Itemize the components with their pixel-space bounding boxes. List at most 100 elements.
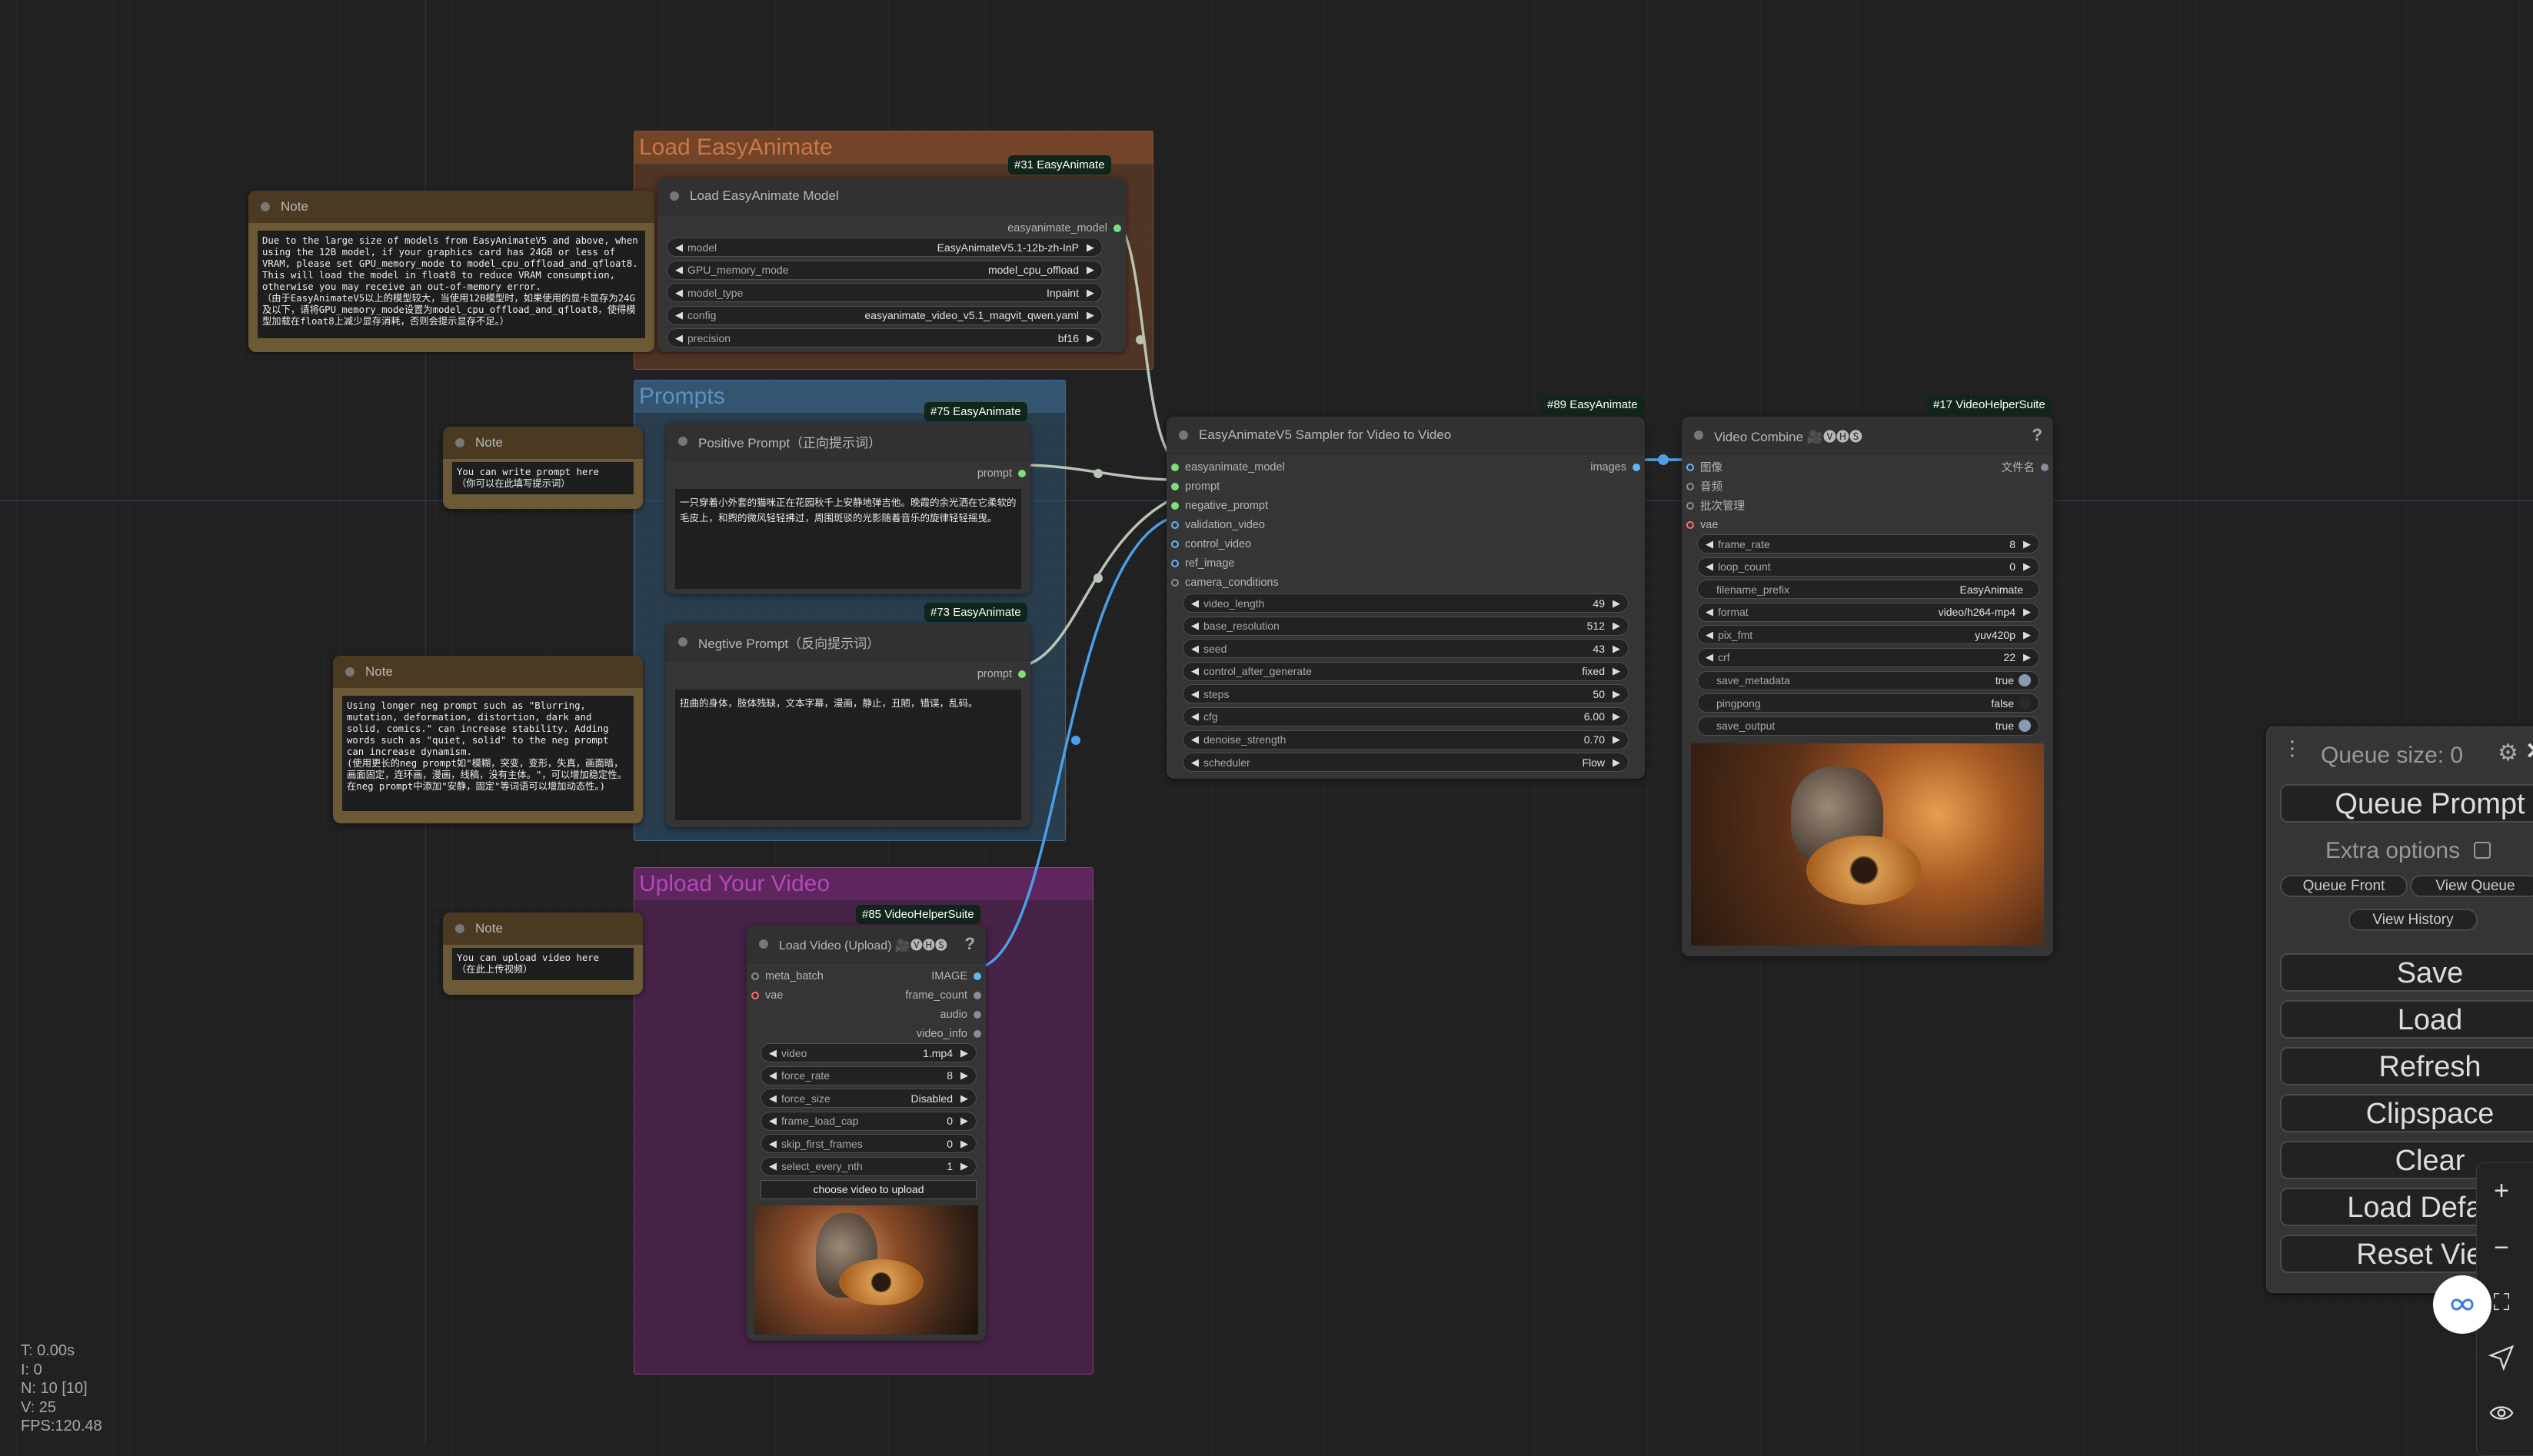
slot-pin[interactable] [1686, 482, 1694, 490]
input-slot[interactable]: 图像 [1682, 457, 1723, 477]
extra-options-checkbox[interactable] [2474, 842, 2491, 859]
increment-arrow-icon[interactable]: ▶ [1613, 643, 1620, 655]
output-slot[interactable]: easyanimate_model [1007, 218, 1126, 238]
decrement-arrow-icon[interactable]: ◀ [769, 1138, 777, 1150]
output-slot[interactable] [1640, 534, 1645, 553]
increment-arrow-icon[interactable]: ▶ [960, 1115, 968, 1127]
widget-scheduler[interactable]: ◀ scheduler Flow ▶ [1183, 753, 1629, 773]
slot-pin[interactable] [1633, 463, 1640, 471]
view-history-button[interactable]: View History [2348, 909, 2478, 931]
collapse-dot[interactable] [1694, 430, 1703, 440]
increment-arrow-icon[interactable]: ▶ [1087, 332, 1094, 344]
input-slot[interactable]: 批次管理 [1682, 496, 1745, 515]
sampler-node[interactable]: EasyAnimateV5 Sampler for Video to Video… [1167, 417, 1645, 779]
help-icon[interactable]: ? [965, 934, 975, 954]
output-slot[interactable]: video_info [917, 1024, 986, 1043]
settings-gear-icon[interactable]: ⚙ [2498, 740, 2518, 766]
load-video-node[interactable]: Load Video (Upload) 🎥🅥🅗🅢? meta_batch IMAG… [747, 926, 986, 1341]
increment-arrow-icon[interactable]: ▶ [1613, 756, 1620, 769]
increment-arrow-icon[interactable]: ▶ [960, 1092, 968, 1105]
decrement-arrow-icon[interactable]: ◀ [675, 309, 683, 321]
note-node[interactable]: Note Due to the large size of models fro… [248, 191, 654, 352]
input-slot[interactable] [657, 218, 662, 238]
widget-save-metadata[interactable]: save_metadata true [1697, 670, 2039, 690]
decrement-arrow-icon[interactable]: ◀ [1191, 597, 1199, 610]
increment-arrow-icon[interactable]: ▶ [960, 1160, 968, 1172]
decrement-arrow-icon[interactable]: ◀ [1191, 710, 1199, 723]
input-slot[interactable]: meta_batch [747, 966, 824, 986]
decrement-arrow-icon[interactable]: ◀ [1706, 651, 1713, 663]
positive-prompt-node[interactable]: Positive Prompt（正向提示词） prompt 一只穿着小外套的猫咪… [666, 423, 1030, 594]
slot-pin[interactable] [1171, 540, 1179, 548]
output-slot[interactable]: frame_count [905, 986, 986, 1005]
widget-precision[interactable]: ◀ precision bf16 ▶ [667, 328, 1103, 348]
increment-arrow-icon[interactable]: ▶ [2023, 538, 2031, 550]
widget-steps[interactable]: ◀ steps 50 ▶ [1183, 684, 1629, 704]
choose-video-upload-button[interactable]: choose video to upload [761, 1179, 977, 1199]
toggle-knob[interactable] [2019, 720, 2031, 733]
input-slot[interactable] [666, 464, 671, 483]
widget-GPU-memory-mode[interactable]: ◀ GPU_memory_mode model_cpu_offload ▶ [667, 260, 1103, 280]
load-button[interactable]: Load [2280, 1000, 2533, 1039]
slot-pin[interactable] [1171, 520, 1179, 529]
collapse-dot[interactable] [678, 437, 687, 446]
increment-arrow-icon[interactable]: ▶ [1613, 665, 1620, 677]
slot-pin[interactable] [1171, 559, 1179, 567]
collapse-dot[interactable] [678, 637, 687, 647]
widget-seed[interactable]: ◀ seed 43 ▶ [1183, 639, 1629, 659]
note-textarea[interactable]: You can write prompt here （你可以在此填写提示词） [452, 462, 634, 494]
widget-frame-rate[interactable]: ◀ frame_rate 8 ▶ [1697, 534, 2039, 553]
slot-pin[interactable] [1171, 501, 1179, 510]
collapse-dot[interactable] [455, 924, 464, 933]
widget-pingpong[interactable]: pingpong false [1697, 693, 2039, 713]
slot-pin[interactable] [1018, 469, 1026, 477]
input-slot[interactable]: 音频 [1682, 477, 1723, 496]
widget-save-output[interactable]: save_output true [1697, 716, 2039, 736]
close-icon[interactable]: ✕ [2525, 738, 2533, 765]
decrement-arrow-icon[interactable]: ◀ [1191, 620, 1199, 632]
input-slot[interactable]: easyanimate_model [1167, 457, 1285, 477]
decrement-arrow-icon[interactable]: ◀ [675, 241, 683, 254]
collapse-dot[interactable] [261, 202, 270, 211]
clipspace-button[interactable]: Clipspace [2280, 1094, 2533, 1132]
widget-crf[interactable]: ◀ crf 22 ▶ [1697, 647, 2039, 667]
decrement-arrow-icon[interactable]: ◀ [769, 1092, 777, 1105]
widget-denoise-strength[interactable]: ◀ denoise_strength 0.70 ▶ [1183, 730, 1629, 750]
note-textarea[interactable]: Due to the large size of models from Eas… [258, 231, 645, 338]
output-slot[interactable] [1640, 573, 1645, 592]
widget-select-every-nth[interactable]: ◀ select_every_nth 1 ▶ [761, 1156, 977, 1176]
decrement-arrow-icon[interactable]: ◀ [1706, 538, 1713, 550]
zoom-in-icon[interactable]: + [2486, 1175, 2517, 1206]
positive-prompt-textarea[interactable]: 一只穿着小外套的猫咪正在花园秋千上安静地弹吉他。晚霞的余光洒在它柔软的毛皮上，和… [675, 489, 1021, 589]
negative-prompt-node[interactable]: Negtive Prompt（反向提示词） prompt 扭曲的身体，肢体残缺，… [666, 623, 1030, 827]
widget-force-rate[interactable]: ◀ force_rate 8 ▶ [761, 1065, 977, 1085]
widget-format[interactable]: ◀ format video/h264-mp4 ▶ [1697, 602, 2039, 622]
input-slot[interactable]: negative_prompt [1167, 496, 1268, 515]
slot-pin[interactable] [1686, 520, 1694, 529]
input-slot[interactable] [747, 1024, 751, 1043]
widget-model-type[interactable]: ◀ model_type Inpaint ▶ [667, 283, 1103, 303]
widget-skip-first-frames[interactable]: ◀ skip_first_frames 0 ▶ [761, 1134, 977, 1154]
increment-arrow-icon[interactable]: ▶ [960, 1069, 968, 1082]
decrement-arrow-icon[interactable]: ◀ [675, 264, 683, 276]
slot-pin[interactable] [1113, 224, 1121, 232]
collapse-dot[interactable] [759, 939, 768, 949]
slot-pin[interactable] [1171, 578, 1179, 587]
output-slot[interactable] [2049, 477, 2053, 496]
view-queue-button[interactable]: View Queue [2410, 875, 2533, 897]
output-slot[interactable]: prompt [977, 664, 1030, 683]
slot-pin[interactable] [2041, 463, 2049, 471]
decrement-arrow-icon[interactable]: ◀ [1191, 733, 1199, 746]
output-slot[interactable]: IMAGE [931, 966, 986, 986]
input-slot[interactable]: control_video [1167, 534, 1251, 553]
eye-icon[interactable] [2486, 1400, 2517, 1431]
slot-pin[interactable] [751, 972, 759, 980]
input-slot[interactable]: prompt [1167, 477, 1220, 496]
save-button[interactable]: Save [2280, 953, 2533, 992]
output-slot[interactable] [1640, 515, 1645, 534]
note-node[interactable]: Note You can write prompt here （你可以在此填写提… [443, 427, 643, 509]
note-node[interactable]: Note Using longer neg prompt such as "Bl… [333, 656, 643, 823]
widget-model[interactable]: ◀ model EasyAnimateV5.1-12b-zh-InP ▶ [667, 238, 1103, 257]
widget-video-length[interactable]: ◀ video_length 49 ▶ [1183, 593, 1629, 613]
output-slot[interactable] [2049, 496, 2053, 515]
